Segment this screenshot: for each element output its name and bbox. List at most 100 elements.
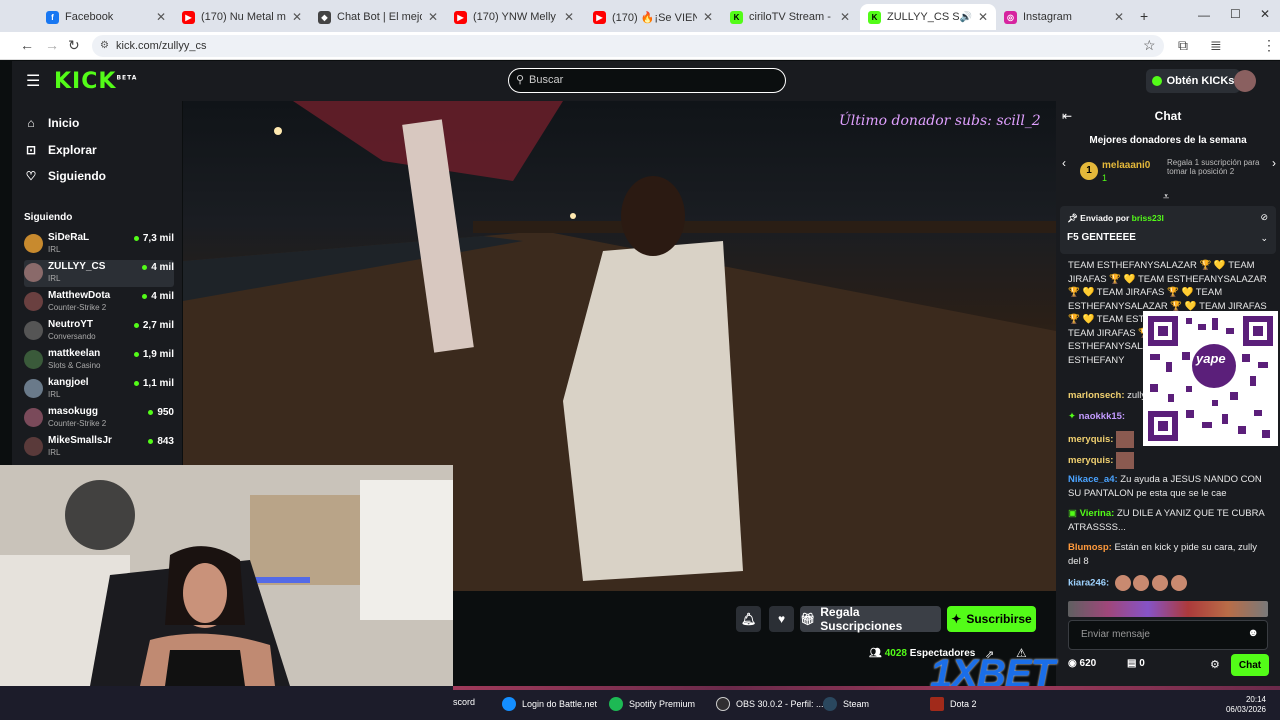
- user-avatar[interactable]: [1234, 70, 1256, 92]
- site-info-icon[interactable]: ⚙: [100, 35, 109, 57]
- browser-tab[interactable]: ▶ (170) Nu Metal mix Vol 2✕: [174, 4, 310, 30]
- channel-avatar: [24, 437, 43, 456]
- search-icon: ⚲: [516, 74, 525, 86]
- unpin-icon[interactable]: ⊘: [1260, 212, 1268, 223]
- steam-icon: [823, 697, 837, 711]
- chat-settings-icon[interactable]: ⚙: [1210, 658, 1220, 671]
- forward-icon[interactable]: →: [45, 37, 59, 53]
- emote: [1170, 575, 1187, 591]
- spotify-icon: [609, 697, 623, 711]
- channel-avatar: [24, 379, 43, 398]
- media-icon[interactable]: ≣: [1210, 37, 1222, 54]
- new-tab-icon[interactable]: +: [1140, 8, 1148, 24]
- bell-icon: 🔔︎: [740, 612, 757, 626]
- system-clock[interactable]: 20:14 06/03/2026: [1226, 695, 1266, 715]
- channel-item[interactable]: MikeSmallsJr IRL 843: [24, 434, 174, 461]
- channel-item[interactable]: mattkeelan Slots & Casino 1,9 mil: [24, 347, 174, 374]
- qr-code: yape: [1143, 311, 1278, 446]
- channel-avatar: [24, 321, 43, 340]
- channel-item[interactable]: NeutroYT Conversando 2,7 mil: [24, 318, 174, 345]
- hamburger-menu-icon[interactable]: ☰: [26, 71, 40, 91]
- menu-icon[interactable]: ⋮: [1262, 37, 1276, 54]
- viewers-icon: 👥︎: [869, 648, 882, 659]
- channel-item[interactable]: ZULLYY_CS IRL 4 mil: [24, 260, 174, 287]
- taskbar-item-battlenet[interactable]: Login do Battle.net: [502, 697, 597, 711]
- browser-tab[interactable]: K ciriloTV Stream - Watch l✕: [722, 4, 858, 30]
- close-tab-icon[interactable]: ✕: [703, 10, 713, 24]
- close-tab-icon[interactable]: ✕: [564, 10, 574, 24]
- emoji-icon[interactable]: ☻: [1247, 627, 1259, 639]
- follow-heart-button[interactable]: ♥: [769, 606, 794, 632]
- channel-item[interactable]: kangjoel IRL 1,1 mil: [24, 376, 174, 403]
- url-field[interactable]: ⚙ kick.com/zullyy_cs: [92, 35, 1164, 57]
- gift-count[interactable]: ▤ 0: [1127, 658, 1145, 669]
- pinned-message[interactable]: 📌︎ Enviado por briss23l F5 GENTEEEE ⊘ ⌄: [1060, 206, 1276, 254]
- browser-tab[interactable]: f Facebook ✕: [38, 4, 174, 30]
- kick-logo[interactable]: KICKBETA: [54, 69, 137, 94]
- taskbar-item-steam[interactable]: Steam: [823, 697, 869, 711]
- dota-icon: [930, 697, 944, 711]
- close-tab-icon[interactable]: ✕: [1114, 10, 1124, 24]
- browser-tab[interactable]: ◎ Instagram ✕: [996, 4, 1132, 30]
- emote: [1133, 575, 1150, 591]
- badge-icon: ▣: [1068, 508, 1077, 519]
- site-header: ☰ KICKBETA ⚲ Buscar Obtén KICKs: [12, 61, 1280, 101]
- next-arrow-icon[interactable]: ›: [1272, 156, 1276, 170]
- chat-message: meryquis:: [1068, 452, 1268, 469]
- address-bar: ← → ↻ ⚙ kick.com/zullyy_cs ☆ ⧉ ≣ ⋮: [0, 32, 1280, 60]
- channel-avatar: [24, 263, 43, 282]
- emote: [1116, 431, 1135, 448]
- close-tab-icon[interactable]: ✕: [840, 10, 850, 24]
- reload-icon[interactable]: ↻: [68, 37, 80, 54]
- minimize-icon[interactable]: —: [1198, 8, 1210, 22]
- maximize-icon[interactable]: ☐: [1230, 7, 1241, 21]
- browser-tab-active[interactable]: K ZULLYY_CS Stream - 🔊✕: [860, 4, 996, 30]
- following-heading: Siguiendo: [24, 212, 73, 223]
- chat-message: kiara246:: [1068, 575, 1268, 591]
- filter-icon[interactable]: ⩡: [1163, 191, 1169, 204]
- search-input[interactable]: ⚲ Buscar: [508, 68, 786, 93]
- back-icon[interactable]: ←: [20, 37, 34, 53]
- close-tab-icon[interactable]: ✕: [978, 10, 988, 24]
- close-tab-icon[interactable]: ✕: [292, 10, 302, 24]
- nav-explore[interactable]: ⊡ Explorar: [24, 143, 97, 157]
- taskbar-item-discord[interactable]: scord: [453, 697, 475, 707]
- emote: [1114, 575, 1131, 591]
- taskbar-item-obs[interactable]: OBS 30.0.2 - Perfil: ...: [716, 697, 824, 711]
- channel-item[interactable]: SiDeRaL IRL 7,3 mil: [24, 231, 174, 258]
- browser-tab[interactable]: ◆ Chat Bot | El mejor softw✕: [310, 4, 446, 30]
- close-tab-icon[interactable]: ✕: [156, 10, 166, 24]
- channel-item[interactable]: masokugg Counter-Strike 2 950: [24, 405, 174, 432]
- gift-subscriptions-button[interactable]: 🎁︎ Regala Suscripciones: [800, 605, 941, 633]
- channel-item[interactable]: MatthewDota Counter-Strike 24 mil: [24, 289, 174, 316]
- compass-icon: ⊡: [25, 143, 37, 157]
- close-window-icon[interactable]: ✕: [1260, 7, 1270, 21]
- os-taskbar: scord Login do Battle.net Spotify Premiu…: [0, 686, 1280, 720]
- send-chat-button[interactable]: Chat: [1231, 654, 1269, 676]
- bookmark-icon[interactable]: ☆: [1143, 37, 1156, 54]
- emote: [1152, 575, 1169, 591]
- gift-icon: 🎁︎: [800, 612, 816, 626]
- extensions-icon[interactable]: ⧉: [1178, 37, 1188, 54]
- speaker-icon[interactable]: 🔊: [959, 12, 971, 23]
- prev-arrow-icon[interactable]: ‹: [1062, 156, 1066, 170]
- browser-tab[interactable]: ▶ (170) 🔥¡Se VIENE la NO✕: [585, 4, 721, 30]
- kick-icon: K: [868, 10, 881, 24]
- notification-bell-button[interactable]: 🔔︎: [736, 606, 761, 632]
- donor-name[interactable]: melaaani0: [1102, 160, 1150, 171]
- emote-picker-row[interactable]: [1068, 601, 1268, 617]
- nav-following[interactable]: ♡ Siguiendo: [24, 169, 106, 183]
- close-tab-icon[interactable]: ✕: [428, 10, 438, 24]
- overlay-last-donor: Último donador subs: scill_2: [839, 113, 1041, 129]
- get-kicks-button[interactable]: Obtén KICKs: [1146, 69, 1240, 93]
- points-display[interactable]: ◉ 620: [1068, 658, 1096, 669]
- chat-title: Chat: [1154, 109, 1182, 123]
- taskbar-item-dota[interactable]: Dota 2: [930, 697, 977, 711]
- pin-icon: 📌︎: [1067, 213, 1078, 223]
- chat-message-input[interactable]: Enviar mensaje ☻: [1068, 620, 1268, 650]
- expand-icon[interactable]: ⌄: [1260, 233, 1268, 244]
- taskbar-item-spotify[interactable]: Spotify Premium: [609, 697, 695, 711]
- nav-home[interactable]: ⌂ Inicio: [24, 116, 79, 130]
- browser-tab[interactable]: ▶ (170) YNW Melly - Murde✕: [446, 4, 582, 30]
- subscribe-button[interactable]: ✦ Suscribirse: [947, 606, 1036, 632]
